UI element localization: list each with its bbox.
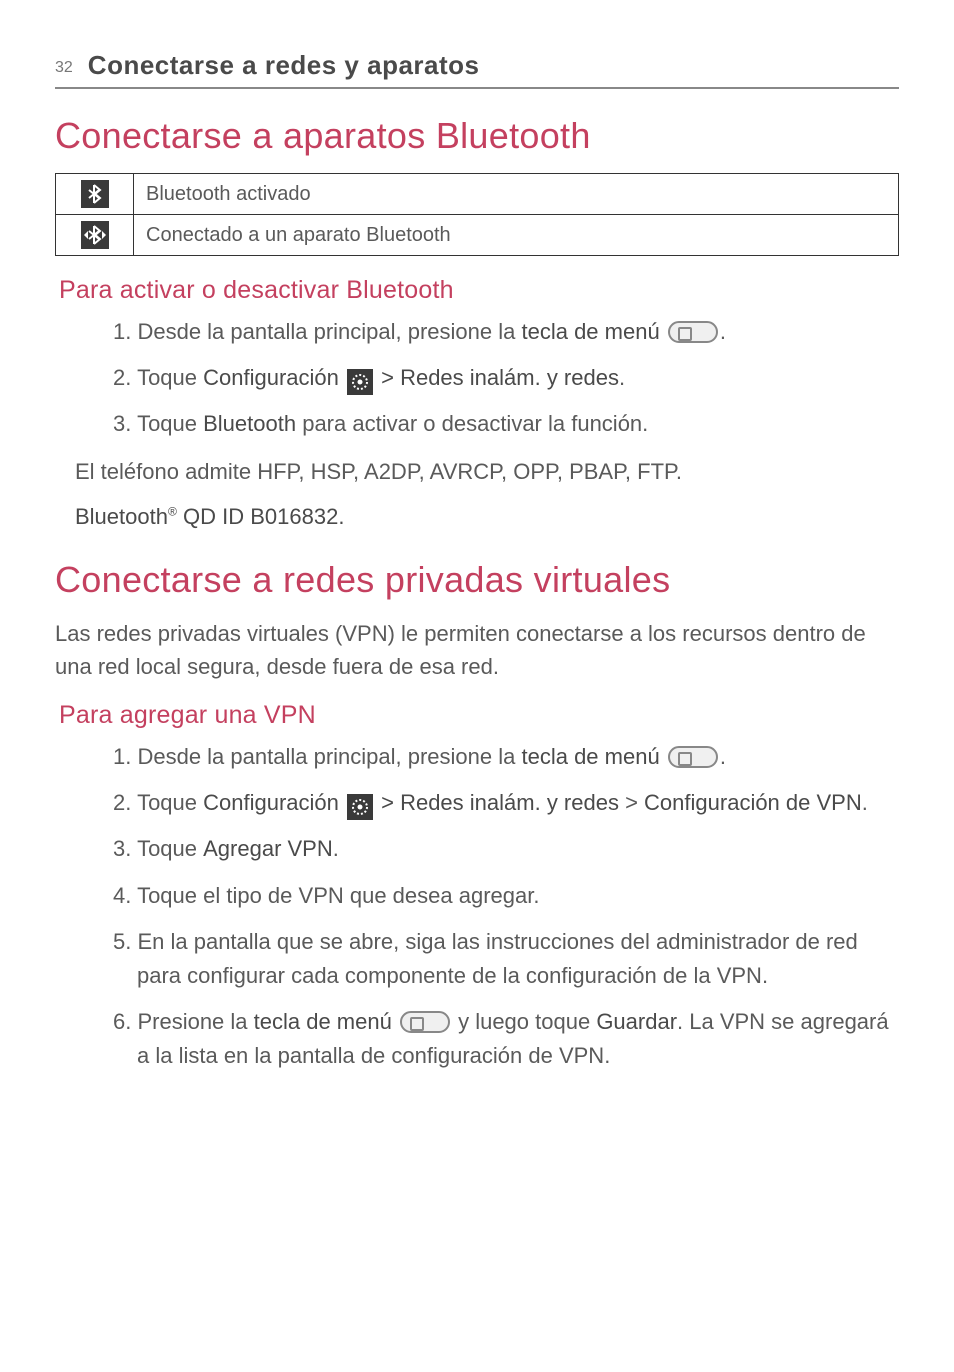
registered-mark: ® — [168, 505, 177, 519]
menu-key-icon — [668, 746, 718, 768]
list-item: 6. Presione la tecla de menú y luego toq… — [137, 1005, 899, 1073]
list-item: 5. En la pantalla que se abre, siga las … — [137, 925, 899, 993]
list-item: 4. Toque el tipo de VPN que desea agrega… — [137, 879, 899, 913]
cell-text: Conectado a un aparato Bluetooth — [134, 215, 899, 256]
list-item: 1. Desde la pantalla principal, presione… — [137, 740, 899, 774]
bt-qd-id: Bluetooth® QD ID B016832. — [75, 500, 899, 533]
cell-icon — [56, 174, 134, 215]
page-number: 32 — [55, 59, 73, 77]
bluetooth-status-table: Bluetooth activado Conectado a un aparat… — [55, 173, 899, 256]
list-item: 3. Toque Bluetooth para activar o desact… — [137, 407, 899, 441]
steps-add-vpn: 1. Desde la pantalla principal, presione… — [55, 740, 899, 1073]
menu-key-icon — [668, 321, 718, 343]
supported-profiles: El teléfono admite HFP, HSP, A2DP, AVRCP… — [75, 455, 899, 488]
gear-icon — [347, 794, 373, 820]
cell-text: Bluetooth activado — [134, 174, 899, 215]
heading-vpn: Conectarse a redes privadas virtuales — [55, 559, 899, 601]
vpn-intro: Las redes privadas virtuales (VPN) le pe… — [55, 617, 899, 683]
running-header: 32 Conectarse a redes y aparatos — [55, 50, 899, 81]
header-rule — [55, 87, 899, 89]
bluetooth-connected-icon — [81, 221, 109, 249]
section-title: Conectarse a redes y aparatos — [88, 50, 480, 81]
heading-bluetooth: Conectarse a aparatos Bluetooth — [55, 115, 899, 157]
subheading-toggle-bt: Para activar o desactivar Bluetooth — [59, 276, 899, 305]
menu-key-icon — [400, 1011, 450, 1033]
list-item: 3. Toque Agregar VPN. — [137, 832, 899, 866]
list-item: 2. Toque Configuración > Redes inalám. y… — [137, 361, 899, 395]
list-item: 2. Toque Configuración > Redes inalám. y… — [137, 786, 899, 820]
list-item: 1. Desde la pantalla principal, presione… — [137, 315, 899, 349]
steps-toggle-bt: 1. Desde la pantalla principal, presione… — [55, 315, 899, 441]
cell-icon — [56, 215, 134, 256]
bluetooth-on-icon — [81, 180, 109, 208]
gear-icon — [347, 369, 373, 395]
table-row: Bluetooth activado — [56, 174, 899, 215]
table-row: Conectado a un aparato Bluetooth — [56, 215, 899, 256]
subheading-add-vpn: Para agregar una VPN — [59, 701, 899, 730]
